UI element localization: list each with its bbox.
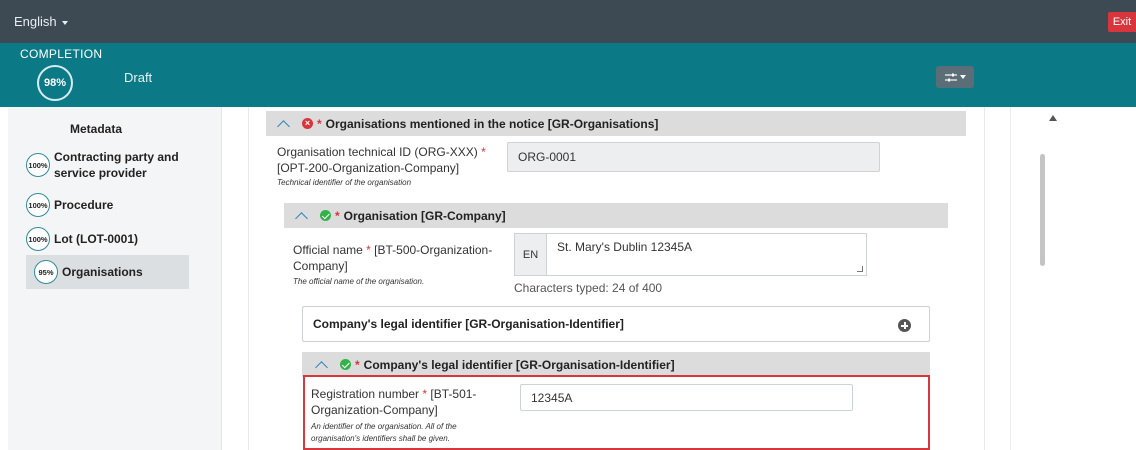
label-code: [BT-500-Organization- [370,243,493,257]
settings-dropdown-button[interactable] [936,66,974,88]
official-name-label-code: Company] [293,259,348,273]
tech-id-label-code: [OPT-200-Organization-Company] [277,161,460,175]
language-label: English [14,14,57,29]
sidebar-item-procedure[interactable]: 100% Procedure [26,193,113,217]
official-name-hint: The official name of the organisation. [293,277,425,286]
required-marker: * [355,357,360,372]
group-title: Organisation [GR-Company] [343,208,506,223]
label-text: Registration number [311,387,420,401]
required-marker: * [317,116,322,131]
scroll-up-arrow-icon[interactable] [1049,115,1057,121]
sidebar-item-label: Contracting party and service provider [54,150,179,180]
completion-percent-circle: 98% [37,65,73,101]
chevron-up-icon [277,119,290,133]
label-text: Official name [293,243,363,257]
progress-circle: 100% [26,227,50,251]
legal-identifier-add-section[interactable]: Company's legal identifier [GR-Organisat… [302,306,930,342]
sidebar-item-label: Organisations [62,265,143,279]
sidebar-item-metadata[interactable]: Metadata [70,122,122,136]
section-title: Company's legal identifier [GR-Organisat… [313,317,624,331]
tech-id-hint: Technical identifier of the organisation [277,178,412,187]
error-icon: × [302,118,313,129]
add-circle-icon[interactable] [898,319,911,332]
registration-number-label-code: Organization-Company] [311,403,438,417]
sidebar-item-contracting-party[interactable]: 100% Contracting party and service provi… [26,149,184,181]
top-bar: English Exit [0,0,1136,43]
character-counter: Characters typed: 24 of 400 [514,281,663,295]
resize-handle-icon[interactable] [857,266,863,272]
chevron-up-icon [315,360,328,374]
progress-circle: 100% [26,153,50,177]
tech-id-field[interactable]: ORG-0001 [507,142,880,172]
tech-id-label: Organisation technical ID (ORG-XXX) * [277,144,486,160]
sliders-icon [944,73,957,81]
check-icon [340,359,351,370]
language-badge: EN [514,233,547,276]
exit-button[interactable]: Exit [1108,12,1136,32]
completion-banner: COMPLETION 98% Draft [0,43,1136,107]
required-marker: * [335,208,340,223]
label-text: Organisation technical ID (ORG-XXX) [277,145,478,159]
progress-circle: 95% [34,260,58,284]
caret-down-icon [959,75,966,79]
scrollbar-thumb[interactable] [1040,154,1045,266]
registration-number-input[interactable]: 12345A [520,384,853,411]
group-title: Organisations mentioned in the notice [G… [325,116,659,131]
sidebar: Metadata 100% Contracting party and serv… [8,107,222,450]
progress-circle: 100% [26,193,50,217]
registration-number-hint: An identifier of the organisation. All o… [311,422,457,431]
label-code: [BT-501- [427,387,477,401]
required-marker: * [481,145,486,159]
sidebar-item-label: Procedure [54,198,114,212]
registration-number-label: Registration number * [BT-501- [311,386,476,402]
textarea-value: St. Mary's Dublin 12345A [557,240,693,254]
official-name-label: Official name * [BT-500-Organization- [293,242,492,258]
legal-identifier-group-header[interactable]: * Company's legal identifier [GR-Organis… [302,352,930,377]
registration-number-hint-2: organisation's identifiers shall be give… [311,434,450,443]
completion-label: COMPLETION [20,47,103,61]
sidebar-item-organisations[interactable]: 95% Organisations [26,255,189,289]
company-group-header[interactable]: * Organisation [GR-Company] [284,203,948,228]
sidebar-item-label: Lot (LOT-0001) [54,232,139,246]
language-selector[interactable]: English [14,14,68,29]
caret-down-icon [61,20,68,25]
group-title: Company's legal identifier [GR-Organisat… [363,357,675,372]
organisations-group-header[interactable]: × * Organisations mentioned in the notic… [266,111,966,136]
sidebar-item-lot[interactable]: 100% Lot (LOT-0001) [26,227,138,251]
official-name-textarea[interactable]: St. Mary's Dublin 12345A [546,233,867,276]
status-label: Draft [124,70,153,85]
chevron-up-icon [295,211,308,225]
check-icon [320,210,331,221]
